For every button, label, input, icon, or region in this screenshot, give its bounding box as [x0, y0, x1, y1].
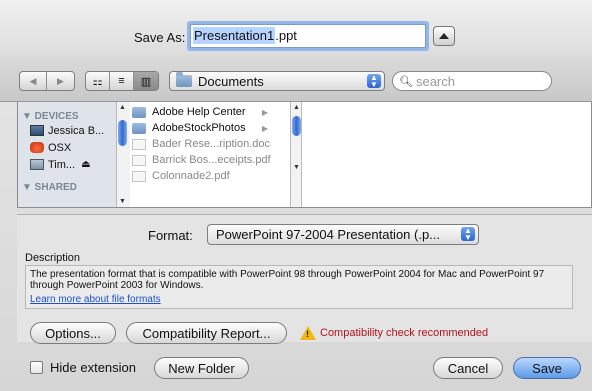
location-label: Documents [198, 73, 264, 89]
file-name: Colonnade2.pdf [152, 170, 230, 182]
file-browser: ▼ DEVICES Jessica B... OSX Tim... ⏏ ▼ SH… [17, 102, 592, 208]
pdf-icon [132, 170, 146, 182]
list-item[interactable]: Bader Rese...ription.doc [130, 136, 278, 152]
filename-selection: Presentation1 [193, 27, 276, 44]
triangle-up-icon [439, 33, 449, 39]
search-placeholder: search [415, 73, 455, 89]
document-icon [132, 154, 146, 166]
new-folder-button[interactable]: New Folder [154, 357, 249, 379]
sidebar-item-osx[interactable]: OSX [18, 139, 116, 156]
sidebar-item-label: Tim... [48, 158, 76, 171]
compatibility-warning: Compatibility check recommended [320, 327, 489, 339]
scroll-down-arrow-icon[interactable]: ▼ [293, 164, 300, 171]
collapse-dialog-button[interactable] [433, 26, 455, 46]
sidebar-item-label: OSX [48, 141, 72, 154]
description-box: The presentation format that is compatib… [25, 265, 573, 309]
save-button[interactable]: Save [513, 357, 581, 379]
popup-arrows-icon: ▲ ▼ [367, 74, 381, 89]
learn-more-link[interactable]: Learn more about file formats [30, 294, 568, 305]
hard-drive-icon [30, 142, 44, 153]
scroll-up-arrow-icon[interactable]: ▲ [119, 104, 126, 111]
sidebar-scrollbar[interactable]: ▲ ▼ [116, 102, 130, 207]
description-title: Description [25, 252, 81, 264]
browser-toolbar: ◀ ▶ ⚏ ≡ ▥ Documents ▲ ▼ 🔍︎ search [0, 58, 592, 102]
search-icon: 🔍︎ [399, 75, 413, 88]
warning-icon [300, 326, 316, 340]
cancel-button[interactable]: Cancel [433, 357, 503, 379]
list-item[interactable]: AdobeStockPhotos ▶ [130, 120, 278, 136]
filename-field[interactable]: Presentation1.ppt [190, 24, 426, 48]
disclosure-arrow-icon: ▶ [261, 107, 268, 117]
format-label: Format: [148, 228, 193, 243]
hide-extension-checkbox[interactable] [30, 361, 43, 374]
back-button[interactable]: ◀ [20, 72, 47, 90]
scroll-up-arrow-icon[interactable]: ▲ [293, 104, 300, 111]
sidebar-header-shared: ▼ SHARED [22, 182, 77, 193]
folder-icon [176, 72, 192, 87]
hide-extension-label[interactable]: Hide extension [50, 360, 136, 375]
file-name: Adobe Help Center [152, 106, 246, 118]
scrollbar-thumb[interactable] [292, 116, 301, 136]
history-segmented-control: ◀ ▶ [19, 71, 75, 91]
popup-arrows-icon: ▲ ▼ [461, 227, 475, 242]
format-value: PowerPoint 97-2004 Presentation (.p... [216, 227, 441, 242]
file-column-scrollbar[interactable]: ▲ ▼ [290, 102, 302, 207]
scrollbar-thumb[interactable] [118, 120, 127, 146]
file-name: Bader Rese...ription.doc [152, 138, 271, 150]
folder-icon [132, 122, 146, 134]
eject-icon[interactable]: ⏏ [81, 159, 90, 170]
icon-view-button[interactable]: ⚏ [86, 72, 110, 90]
disclosure-arrow-icon: ▶ [261, 123, 268, 133]
folder-icon [132, 106, 146, 118]
file-column: Adobe Help Center ▶ AdobeStockPhotos ▶ B… [130, 102, 278, 207]
file-name: AdobeStockPhotos [152, 122, 246, 134]
options-button[interactable]: Options... [30, 322, 116, 344]
filename-extension: .ppt [275, 28, 297, 43]
computer-icon [30, 125, 44, 136]
search-input[interactable]: 🔍︎ search [392, 71, 552, 91]
sidebar-header-devices: ▼ DEVICES [22, 111, 79, 122]
view-mode-segmented-control: ⚏ ≡ ▥ [85, 71, 159, 91]
compatibility-report-button[interactable]: Compatibility Report... [126, 322, 287, 344]
list-item[interactable]: Adobe Help Center ▶ [130, 104, 278, 120]
save-as-label: Save As: [134, 30, 186, 45]
document-icon [132, 138, 146, 150]
description-text: The presentation format that is compatib… [30, 269, 545, 291]
column-view-button[interactable]: ▥ [134, 72, 158, 90]
scroll-down-arrow-icon[interactable]: ▼ [119, 198, 126, 205]
forward-button[interactable]: ▶ [47, 72, 74, 90]
list-view-button[interactable]: ≡ [110, 72, 134, 90]
save-as-header: Save As: Presentation1.ppt [0, 0, 592, 58]
sidebar-item-label: Jessica B... [48, 124, 105, 137]
location-popup[interactable]: Documents ▲ ▼ [169, 71, 385, 91]
list-item[interactable]: Barrick Bos...eceipts.pdf [130, 152, 278, 168]
file-name: Barrick Bos...eceipts.pdf [152, 154, 271, 166]
sidebar-item-time-machine[interactable]: Tim... ⏏ [18, 156, 116, 173]
list-item[interactable]: Colonnade2.pdf [130, 168, 278, 184]
sidebar: ▼ DEVICES Jessica B... OSX Tim... ⏏ ▼ SH… [18, 102, 116, 207]
format-popup[interactable]: PowerPoint 97-2004 Presentation (.p... ▲… [207, 224, 479, 245]
sidebar-item-computer[interactable]: Jessica B... [18, 122, 116, 139]
time-machine-icon [30, 159, 44, 170]
